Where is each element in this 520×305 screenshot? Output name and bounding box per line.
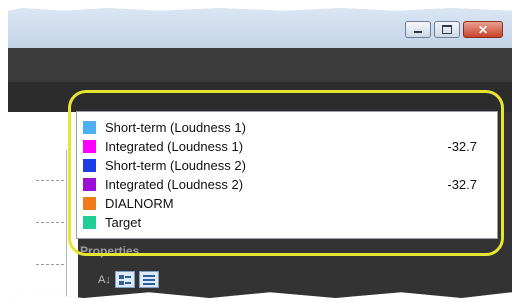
minimize-icon: [414, 31, 422, 33]
gridline: [36, 180, 64, 181]
window-controls: ✕: [405, 21, 503, 38]
categorized-icon: [118, 274, 131, 285]
close-icon: ✕: [477, 22, 489, 37]
sort-alphabetical-icon[interactable]: A↓: [98, 274, 111, 286]
gridline: [36, 222, 64, 223]
minimize-button[interactable]: [405, 21, 431, 38]
list-view-button[interactable]: [138, 271, 159, 288]
toolbar-area: [8, 48, 512, 82]
maximize-icon: [442, 25, 452, 34]
graph-plot-area: [8, 150, 67, 298]
highlight-annotation: [68, 90, 504, 256]
maximize-button[interactable]: [434, 21, 460, 38]
list-icon: [142, 274, 155, 285]
properties-toolbar: A↓: [98, 271, 159, 288]
window-titlebar: ✕: [8, 8, 512, 48]
categorized-view-button[interactable]: [114, 271, 135, 288]
gridline: [36, 264, 64, 265]
close-button[interactable]: ✕: [463, 21, 503, 38]
